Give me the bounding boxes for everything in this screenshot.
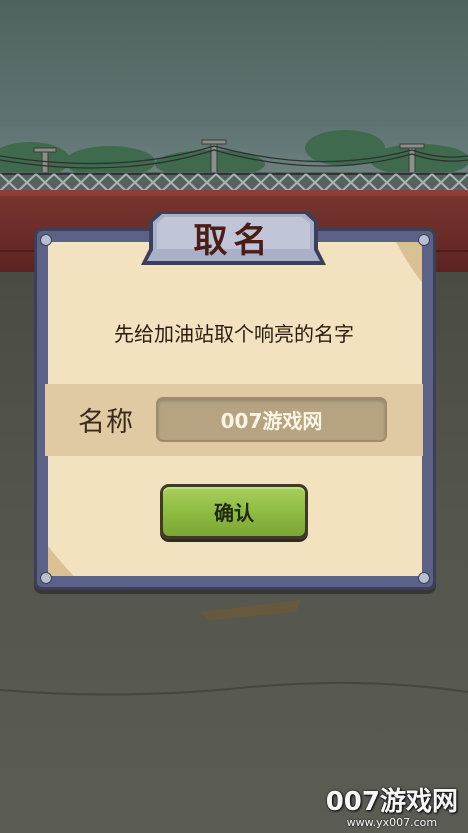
watermark-brand: 007游戏网	[325, 787, 458, 817]
name-input-value: 007游戏网	[220, 409, 323, 433]
name-input[interactable]: 007游戏网	[156, 397, 387, 442]
bolt-icon	[418, 572, 430, 584]
dialog-title: 取名	[193, 220, 274, 261]
bolt-icon	[418, 234, 430, 246]
bolt-icon	[40, 234, 52, 246]
confirm-button-label: 确认	[214, 501, 254, 525]
bolt-icon	[40, 572, 52, 584]
confirm-button[interactable]: 确认	[160, 484, 308, 539]
watermark: 007游戏网 www.yx007.com	[326, 788, 458, 829]
paper-fold-bottom-left	[48, 546, 74, 576]
paper-fold-top-right	[396, 242, 422, 282]
dialog-prompt: 先给加油站取个响亮的名字	[114, 322, 354, 346]
watermark-url: www.yx007.com	[346, 816, 438, 829]
name-label: 名称	[78, 407, 134, 438]
